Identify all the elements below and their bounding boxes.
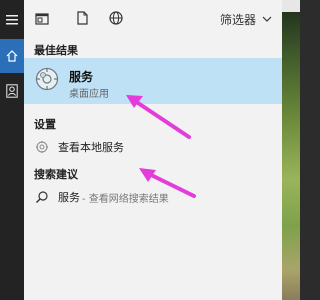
hamburger-menu-button[interactable]	[0, 2, 24, 36]
best-match-header: 最佳结果	[34, 44, 78, 57]
document-icon	[76, 10, 88, 29]
filter-dropdown[interactable]: 筛选器	[220, 9, 272, 29]
settings-item[interactable]: 查看本地服务	[24, 136, 282, 158]
desktop-wallpaper	[282, 0, 300, 300]
chevron-down-icon	[262, 12, 272, 26]
account-button[interactable]	[0, 75, 24, 109]
left-rail	[0, 0, 24, 300]
search-panel: 筛选器 最佳结果 服务 桌面应用 设置 查看本地服务 搜索建议 服务 - 查看网…	[24, 0, 282, 300]
globe-icon	[109, 10, 123, 29]
best-match-title: 服务	[69, 70, 94, 84]
hamburger-icon	[6, 10, 18, 29]
best-match-subtitle: 桌面应用	[69, 89, 109, 100]
suggestion-label: 服务	[58, 191, 80, 204]
settings-header: 设置	[34, 118, 56, 131]
best-match-result[interactable]: 服务 桌面应用	[24, 58, 282, 104]
web-button[interactable]	[106, 9, 126, 29]
search-topbar: 筛选器	[24, 0, 282, 38]
search-icon	[34, 189, 50, 205]
settings-service-icon	[34, 139, 50, 155]
filter-label: 筛选器	[219, 12, 256, 27]
person-icon	[6, 83, 18, 102]
home-icon	[6, 47, 18, 66]
home-button[interactable]	[0, 39, 24, 73]
gear-icon	[34, 66, 60, 92]
apps-icon	[35, 10, 49, 29]
documents-button[interactable]	[72, 9, 92, 29]
desktop-strip	[282, 0, 300, 12]
apps-button[interactable]	[32, 9, 52, 29]
search-suggestions-header: 搜索建议	[34, 168, 78, 181]
search-suggestion-item[interactable]: 服务 - 查看网络搜索结果	[24, 186, 282, 208]
settings-item-label: 查看本地服务	[58, 141, 124, 154]
suggestion-sub: - 查看网络搜索结果	[82, 193, 169, 205]
